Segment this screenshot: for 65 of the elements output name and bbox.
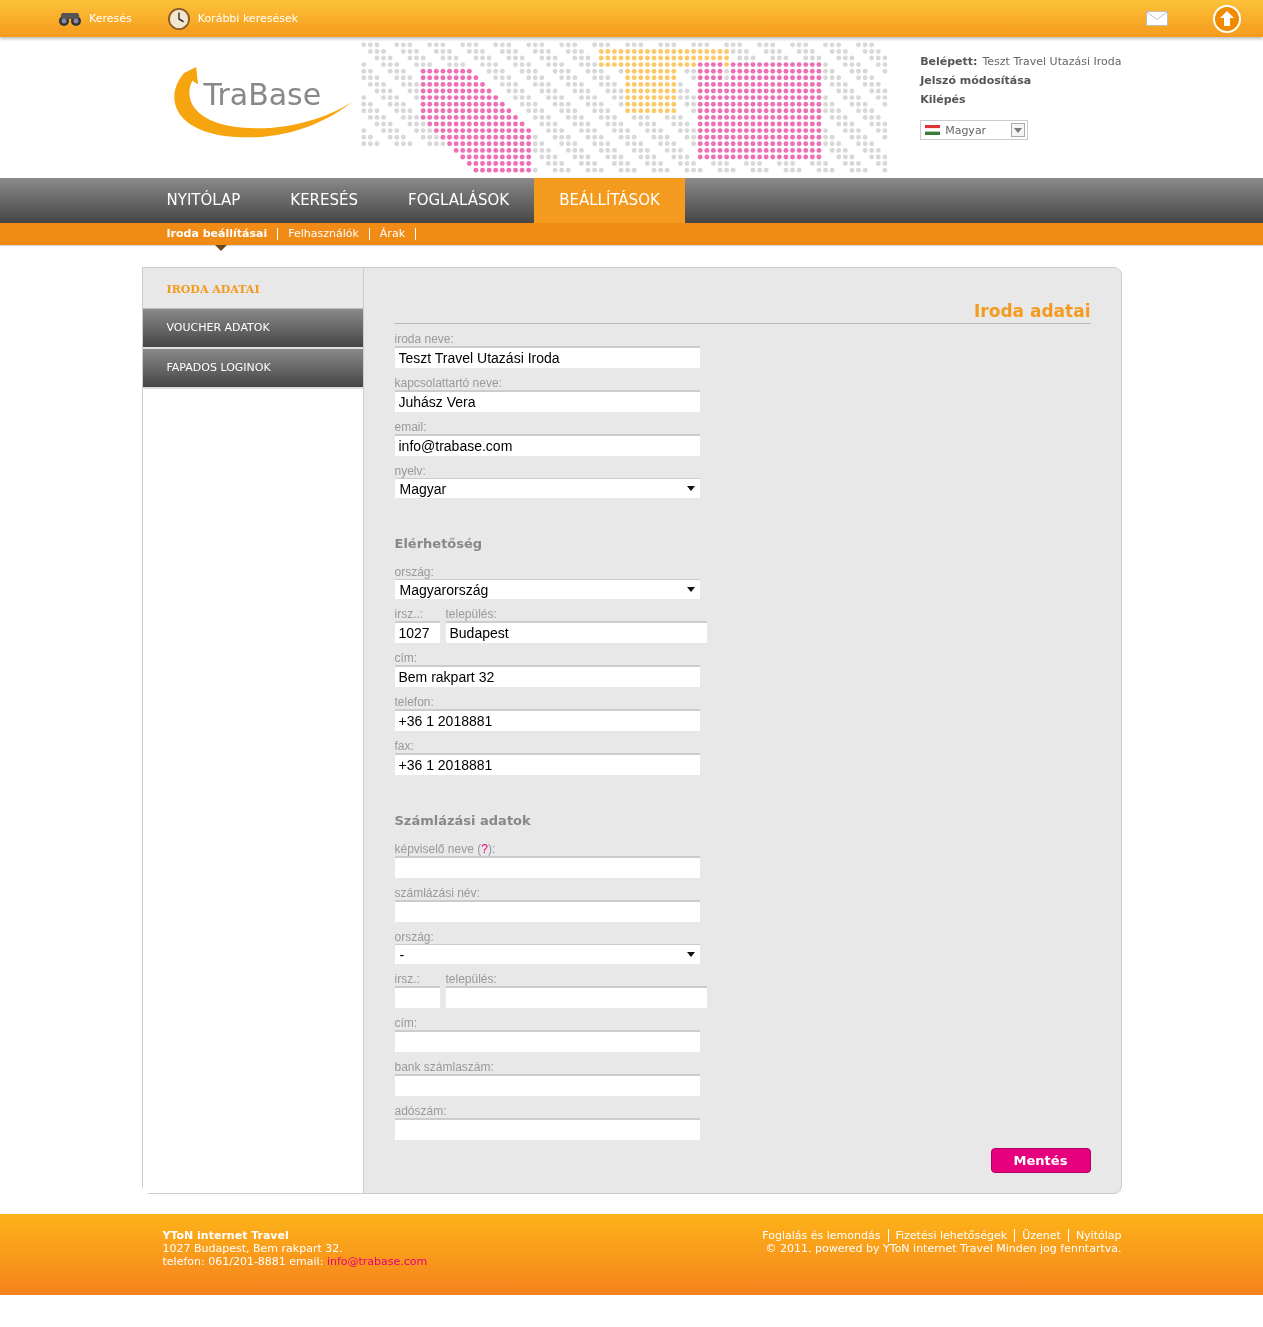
section-heading: Számlázási adatok [394,813,532,828]
sidebar-item[interactable]: FAPADOS LOGINOK [142,349,363,389]
flag-icon [925,125,941,135]
sidebar-item[interactable]: VOUCHER ADATOK [142,309,363,349]
dropdown-arrow-icon [686,486,695,491]
input-field[interactable]: +36 1 2018881 [394,753,700,775]
input-field[interactable] [394,856,700,878]
field-label: ország: [394,565,435,579]
field-label: telefon: [394,695,435,709]
field-label: irsz..: [394,607,425,621]
field-label: irsz.: [394,972,421,986]
input-field[interactable]: Juhász Vera [394,390,700,412]
field-label: cím: [394,651,419,665]
contact-text: telefon: 061/201-8881 email: [162,1255,324,1268]
field-label: képviselő neve (?): [394,842,497,856]
field-label: kapcsolattartó neve: [394,376,503,390]
field-label: település: [445,972,498,986]
field-label: ország: [394,930,435,944]
nav-tab[interactable]: NYITÓLAP [141,178,266,223]
dropdown-arrow-icon [686,587,695,592]
input-field[interactable]: Budapest [445,621,707,643]
nav-tab[interactable]: FOGLALÁSOK [383,178,535,223]
mail-icon[interactable] [1146,11,1168,26]
language-select[interactable]: Magyar [920,120,1029,140]
select-field[interactable]: Magyarország [394,579,700,599]
field-label: település: [445,607,498,621]
field-label: nyelv: [394,464,427,478]
logged-in-label: Belépett: [920,55,978,68]
pointer-icon [214,245,227,251]
input-field[interactable] [394,1118,700,1140]
field-label: cím: [394,1016,419,1030]
input-field[interactable]: Bem rakpart 32 [394,665,700,687]
logo-text: TraBase [203,77,322,112]
select-field[interactable]: - [394,944,700,964]
input-field[interactable] [394,986,440,1008]
field-label: adószám: [394,1104,448,1118]
field-label: számlázási név: [394,886,481,900]
user-name: Teszt Travel Utazási Iroda [982,55,1122,68]
dropdown-icon [1011,123,1026,137]
field-label: bank számlaszám: [394,1060,495,1074]
input-field[interactable]: info@trabase.com [394,434,700,456]
panel-title: Iroda adatai [393,300,1091,324]
header-link[interactable]: Kilépés [920,93,966,106]
dropdown-arrow-icon [686,952,695,957]
help-link[interactable]: ? [481,842,488,856]
company-name: YToN internet Travel [162,1229,290,1242]
scroll-up-icon[interactable] [1213,4,1241,33]
copyright-text: © 2011. powered by YToN internet Travel Minden jog fenntartva. [764,1242,1122,1255]
input-field[interactable]: Teszt Travel Utazási Iroda [394,346,700,368]
nav-tab[interactable]: KERESÉS [265,178,384,223]
header-link[interactable]: Jelszó módosítása [920,74,1032,87]
field-label: iroda neve: [394,332,455,346]
input-field[interactable]: 1027 [394,621,440,643]
input-field[interactable] [445,986,707,1008]
section-heading: Elérhetőség [394,536,484,551]
save-button[interactable]: Mentés [990,1148,1091,1173]
field-label: email: [394,420,428,434]
input-field[interactable] [394,1074,700,1096]
input-field[interactable] [394,900,700,922]
company-address: 1027 Budapest, Bem rakpart 32. [162,1242,344,1255]
select-field[interactable]: Magyar [394,478,700,498]
field-label: fax: [394,739,415,753]
clock-icon [165,7,192,30]
input-field[interactable]: +36 1 2018881 [394,709,700,731]
input-field[interactable] [394,1030,700,1052]
